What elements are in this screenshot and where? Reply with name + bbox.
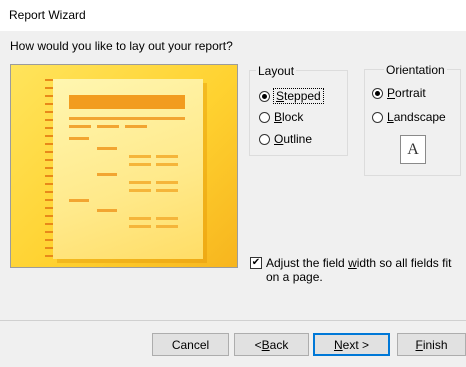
- preview-line: [69, 125, 91, 128]
- layout-option-block[interactable]: Block: [259, 108, 303, 126]
- checkmark-icon: ✔: [251, 257, 261, 268]
- preview-line: [125, 125, 147, 128]
- preview-field: [156, 155, 178, 158]
- finish-button[interactable]: Finish: [397, 333, 466, 356]
- radio-landscape[interactable]: [372, 111, 383, 123]
- outline-label: Outline: [274, 132, 313, 146]
- preview-field: [129, 217, 151, 220]
- preview-field: [156, 189, 178, 192]
- stepped-label: Stepped: [273, 88, 324, 104]
- layout-preview-image: [10, 64, 238, 268]
- preview-field: [156, 225, 178, 228]
- radio-stepped[interactable]: [259, 90, 270, 102]
- orientation-option-portrait[interactable]: Portrait: [372, 84, 426, 102]
- preview-field: [129, 155, 151, 158]
- adjust-width-checkbox[interactable]: ✔: [250, 257, 262, 269]
- preview-field: [156, 163, 178, 166]
- portrait-page-icon: A: [400, 135, 426, 164]
- layout-option-stepped[interactable]: Stepped: [259, 87, 324, 105]
- footer-separator: [0, 320, 466, 321]
- cancel-button[interactable]: Cancel: [152, 333, 229, 356]
- preview-field: [129, 225, 151, 228]
- radio-outline[interactable]: [259, 133, 270, 145]
- radio-portrait[interactable]: [372, 87, 383, 99]
- orientation-group-label: Orientation: [384, 63, 447, 77]
- layout-group-label: Layout: [256, 64, 297, 78]
- preview-field: [156, 217, 178, 220]
- portrait-label: Portrait: [387, 86, 426, 100]
- preview-line: [97, 209, 117, 212]
- binder-holes: [45, 79, 53, 259]
- preview-header-bar: [69, 95, 185, 109]
- preview-field: [129, 163, 151, 166]
- adjust-width-label[interactable]: Adjust the field width so all fields fit…: [266, 256, 462, 284]
- preview-line: [97, 125, 119, 128]
- layout-option-outline[interactable]: Outline: [259, 130, 312, 148]
- preview-field: [129, 181, 151, 184]
- preview-line: [97, 147, 117, 150]
- next-button[interactable]: Next >: [313, 333, 390, 356]
- preview-line: [69, 117, 185, 120]
- back-button[interactable]: < Back: [234, 333, 309, 356]
- preview-line: [97, 173, 117, 176]
- preview-line: [69, 199, 89, 202]
- layout-question: How would you like to lay out your repor…: [10, 39, 233, 53]
- radio-block[interactable]: [259, 111, 270, 123]
- title-bar: Report Wizard: [0, 0, 466, 31]
- landscape-label: Landscape: [387, 110, 446, 124]
- preview-field: [156, 181, 178, 184]
- block-label: Block: [274, 110, 304, 124]
- orientation-option-landscape[interactable]: Landscape: [372, 108, 446, 126]
- preview-line: [69, 137, 89, 140]
- preview-field: [129, 189, 151, 192]
- window-title: Report Wizard: [9, 8, 86, 22]
